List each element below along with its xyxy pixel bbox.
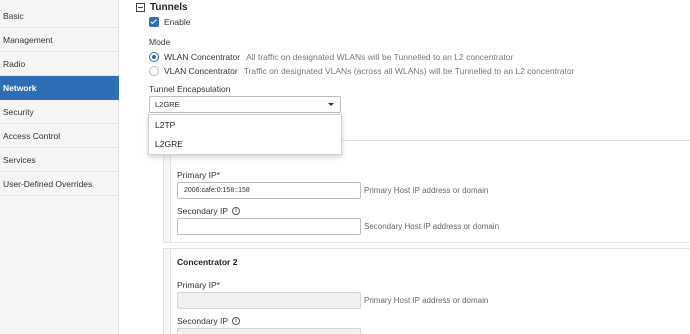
sidebar-item-network[interactable]: Network [0,76,119,100]
primary-ip-help: Primary Host IP address or domain [364,186,489,195]
encapsulation-dropdown: L2TP L2GRE [148,114,342,155]
concentrator-2-panel: Concentrator 2 Primary IP* Primary Host … [163,248,690,334]
mode-description: Traffic on designated VLANs (across all … [243,66,575,76]
concentrator-2-title: Concentrator 2 [177,257,238,267]
chevron-down-icon [328,103,334,106]
secondary-ip-label-text: Secondary IP [177,316,229,326]
info-icon[interactable]: i [232,317,241,325]
secondary-ip-label: Secondary IP i [177,316,241,326]
secondary-ip-input[interactable] [177,328,361,334]
mode-name: VLAN Concentrator [164,66,238,76]
secondary-ip-label: Secondary IP i [177,206,241,216]
primary-ip-label: Primary IP* [177,280,220,290]
secondary-ip-help: Secondary Host IP address or domain [364,222,500,231]
mode-description: All traffic on designated WLANs will be … [246,52,514,62]
sidebar-item-management[interactable]: Management [0,28,119,52]
enable-label: Enable [164,17,191,27]
radio-vlan-concentrator[interactable] [149,66,159,76]
mode-label: Mode [149,37,171,47]
primary-ip-input[interactable] [177,292,361,309]
main-content: Tunnels Enable Mode WLAN Concentrator Al… [120,0,690,334]
concentrator-1-body: Primary IP* 2006:cafe:0:158::158 Primary… [170,141,690,242]
concentrator-2-body: Concentrator 2 Primary IP* Primary Host … [170,249,690,334]
sidebar-item-access-control[interactable]: Access Control [0,124,119,148]
encapsulation-select[interactable]: L2GRE [149,96,341,113]
sidebar-item-security[interactable]: Security [0,100,119,124]
primary-ip-label: Primary IP* [177,170,220,180]
dropdown-option-l2tp[interactable]: L2TP [149,116,341,135]
tunnels-header: Tunnels [136,2,188,13]
secondary-ip-label-text: Secondary IP [177,206,229,216]
sidebar: Basic Management Radio Network Security … [0,0,119,334]
mode-option-wlan[interactable]: WLAN Concentrator All traffic on designa… [149,52,513,62]
secondary-ip-input[interactable] [177,218,361,235]
sidebar-item-radio[interactable]: Radio [0,52,119,76]
primary-ip-help: Primary Host IP address or domain [364,296,489,305]
radio-wlan-concentrator[interactable] [149,52,159,62]
collapse-icon[interactable] [136,3,145,12]
sidebar-item-user-defined-overrides[interactable]: User-Defined Overrides [0,172,119,196]
section-title: Tunnels [150,2,188,13]
sidebar-item-basic[interactable]: Basic [0,4,119,28]
encapsulation-label: Tunnel Encapsulation [149,84,231,94]
mode-option-vlan[interactable]: VLAN Concentrator Traffic on designated … [149,66,574,76]
sidebar-item-services[interactable]: Services [0,148,119,172]
mode-name: WLAN Concentrator [164,52,241,62]
dropdown-option-l2gre[interactable]: L2GRE [149,135,341,154]
enable-checkbox[interactable] [149,17,159,27]
info-icon[interactable]: i [232,207,241,215]
enable-row: Enable [149,17,190,27]
primary-ip-input[interactable]: 2006:cafe:0:158::158 [177,182,361,199]
encapsulation-value: L2GRE [155,100,180,109]
concentrator-1-panel: Primary IP* 2006:cafe:0:158::158 Primary… [163,140,690,243]
